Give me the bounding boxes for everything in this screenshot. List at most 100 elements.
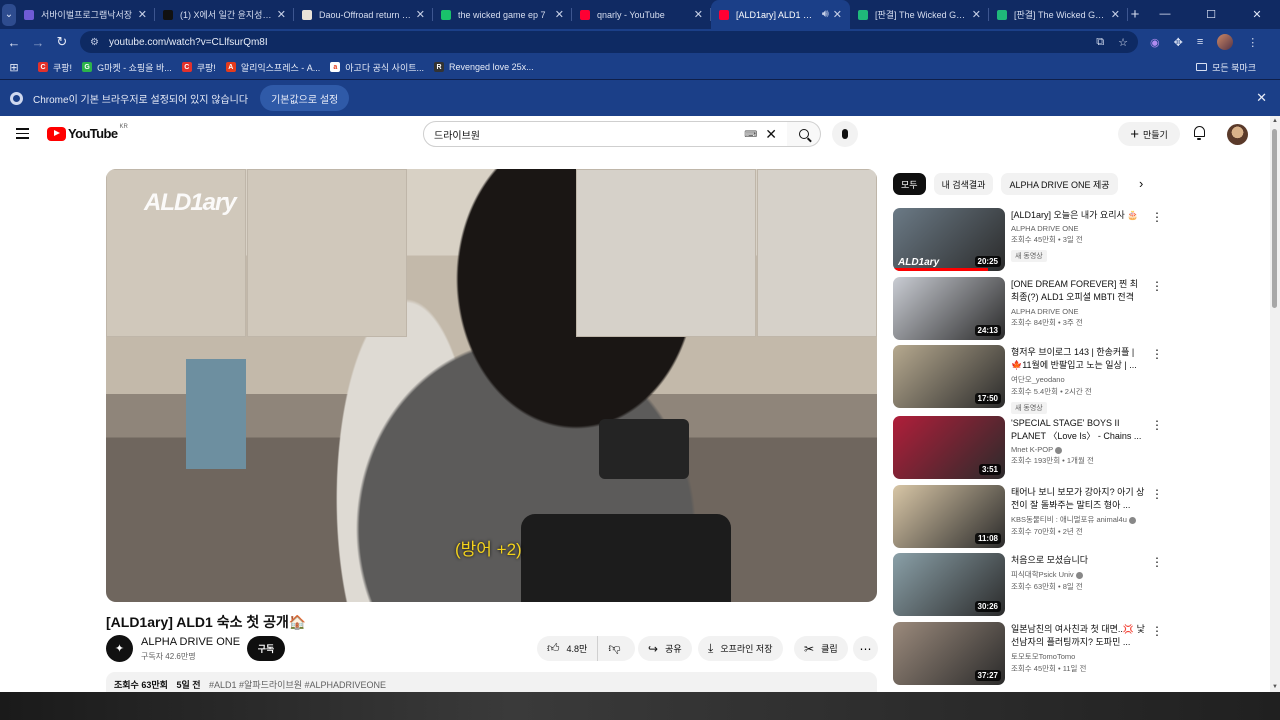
browser-tab[interactable]: [판결] The Wicked Game ✕ bbox=[850, 0, 989, 29]
video-thumbnail[interactable]: 24:13 bbox=[893, 277, 1005, 340]
youtube-logo[interactable]: YouTube KR bbox=[47, 124, 128, 141]
recommended-video[interactable]: ALD1ary 20:25 [ALD1ary] 오늘은 내가 요리사 🎂 ALPHA … bbox=[893, 208, 1263, 272]
kebab-menu-icon[interactable]: ⋮ bbox=[1151, 279, 1163, 293]
video-thumbnail[interactable]: ALD1ary 20:25 bbox=[893, 208, 1005, 271]
extensions-puzzle-icon[interactable]: ✥ bbox=[1174, 36, 1183, 49]
profile-avatar[interactable] bbox=[1217, 34, 1234, 50]
video-thumbnail[interactable]: 11:08 bbox=[893, 485, 1005, 548]
site-info-icon[interactable]: ⚙ bbox=[90, 37, 99, 48]
bookmark-item[interactable]: G G마켓 - 쇼핑을 바... bbox=[82, 61, 172, 74]
maximize-button[interactable]: ☐ bbox=[1188, 8, 1234, 21]
back-button[interactable]: ← bbox=[2, 35, 26, 50]
extension-icon[interactable]: ◉ bbox=[1150, 36, 1160, 49]
keyboard-icon[interactable]: ⌨ bbox=[744, 129, 757, 140]
filter-chip[interactable]: 모두 bbox=[893, 173, 926, 195]
bookmark-item[interactable]: C 쿠팡! bbox=[38, 61, 72, 74]
recommended-video[interactable]: 37:27 일본남친의 여사친과 첫 대면..💢 낯선남자의 플러팅까지? 도파민… bbox=[893, 622, 1263, 686]
recommended-video[interactable]: 3:51 'SPECIAL STAGE' BOYS II PLANET 〈Love… bbox=[893, 416, 1263, 480]
chrome-menu-icon[interactable]: ⋮ bbox=[1247, 36, 1258, 49]
notifications-bell-icon[interactable] bbox=[1192, 126, 1206, 141]
video-thumbnail[interactable]: 17:50 bbox=[893, 345, 1005, 408]
scroll-down-arrow-icon[interactable]: ▼ bbox=[1272, 684, 1278, 690]
create-button[interactable]: + 만들기 bbox=[1118, 122, 1180, 146]
share-button[interactable]: ↪ 공유 bbox=[638, 636, 692, 661]
bookmark-star-icon[interactable]: ☆ bbox=[1118, 36, 1128, 49]
video-thumbnail[interactable]: 37:27 bbox=[893, 622, 1005, 685]
kebab-menu-icon[interactable]: ⋮ bbox=[1151, 347, 1163, 361]
minimize-button[interactable]: — bbox=[1142, 8, 1188, 21]
new-tab-button[interactable]: + bbox=[1128, 6, 1142, 23]
kebab-menu-icon[interactable]: ⋮ bbox=[1151, 210, 1163, 224]
clip-button[interactable]: ✂ 클립 bbox=[794, 636, 848, 661]
recommended-video[interactable]: 30:26 처음으로 모셨습니다 피식대학Psick Univ 조회수 63만회 • … bbox=[893, 553, 1263, 617]
like-button[interactable]: 👍︎ 4.8만 bbox=[537, 636, 599, 661]
more-actions-button[interactable]: ⋯ bbox=[853, 636, 878, 661]
tab-close-icon[interactable]: ✕ bbox=[277, 8, 286, 21]
recommended-title[interactable]: [ALD1ary] 오늘은 내가 요리사 🎂 bbox=[1011, 209, 1145, 222]
channel-name[interactable]: ALPHA DRIVE ONE bbox=[141, 636, 240, 648]
scrollbar-thumb[interactable] bbox=[1272, 129, 1277, 308]
apps-grid-icon[interactable]: ⊞ bbox=[0, 61, 28, 74]
recommended-title[interactable]: [ONE DREAM FOREVER] 찐 최최종(?) ALD1 오피셜 MB… bbox=[1011, 278, 1145, 305]
browser-tab[interactable]: [판결] The Wicked Game ✕ bbox=[989, 0, 1128, 29]
recommended-channel[interactable]: ALPHA DRIVE ONE bbox=[1011, 224, 1145, 233]
recommended-video[interactable]: 24:13 [ONE DREAM FOREVER] 찐 최최종(?) ALD1 오… bbox=[893, 277, 1263, 341]
bookmark-item[interactable]: R Revenged love 25x... bbox=[434, 61, 534, 74]
recommended-title[interactable]: 형저우 브이로그 143 | 한송커플 | 🍁11월에 반팔입고 노는 일상 |… bbox=[1011, 346, 1145, 372]
browser-tab[interactable]: the wicked game ep 7 ✕ bbox=[433, 0, 572, 29]
recommended-channel[interactable]: 토모토모TomoTomo bbox=[1011, 651, 1145, 662]
description-box[interactable]: 조회수 63만회 5일 전 #ALD1 #알파드라이브원 #ALPHADRIVE… bbox=[106, 672, 877, 692]
search-input[interactable]: 드라이브원 ⌨ ✕ bbox=[423, 121, 788, 147]
clear-search-icon[interactable]: ✕ bbox=[765, 126, 777, 143]
address-bar[interactable]: ⚙ youtube.com/watch?v=CLlfsurQm8I ⧉ ☆ bbox=[80, 31, 1138, 53]
tab-close-icon[interactable]: ✕ bbox=[416, 8, 425, 21]
forward-button[interactable]: → bbox=[26, 35, 50, 50]
download-button[interactable]: ⤓ 오프라인 저장 bbox=[698, 636, 783, 661]
recommended-title[interactable]: 'SPECIAL STAGE' BOYS II PLANET 〈Love Is〉… bbox=[1011, 417, 1145, 443]
tab-audio-icon[interactable]: 🔊︎ bbox=[822, 8, 829, 21]
tab-close-icon[interactable]: ✕ bbox=[138, 8, 147, 21]
video-thumbnail[interactable]: 3:51 bbox=[893, 416, 1005, 479]
set-default-button[interactable]: 기본값으로 설정 bbox=[260, 85, 350, 111]
recommended-video[interactable]: 11:08 태어나 보니 보모가 강아지? 아기 상전이 잘 돌봐주는 말티즈 형… bbox=[893, 485, 1263, 549]
tab-close-icon[interactable]: ✕ bbox=[1111, 8, 1120, 21]
hashtags[interactable]: #ALD1 #알파드라이브원 #ALPHADRIVEONE bbox=[209, 680, 386, 690]
browser-tab[interactable]: Daou-Offroad return for ✕ bbox=[294, 0, 433, 29]
tab-search-button[interactable]: ⌄ bbox=[2, 3, 16, 26]
browser-tab[interactable]: [ALD1ary] ALD1 숙소 🔊︎ ✕ bbox=[711, 0, 850, 29]
browser-tab[interactable]: qnarly - YouTube ✕ bbox=[572, 0, 711, 29]
kebab-menu-icon[interactable]: ⋮ bbox=[1151, 487, 1163, 501]
bookmark-item[interactable]: C 쿠팡! bbox=[181, 61, 216, 74]
recommended-channel[interactable]: 여단오_yeodano bbox=[1011, 374, 1145, 385]
recommended-title[interactable]: 처음으로 모셨습니다 bbox=[1011, 554, 1145, 567]
bookmark-item[interactable]: A 알리익스프레스 - A... bbox=[225, 61, 320, 74]
tab-close-icon[interactable]: ✕ bbox=[694, 8, 703, 21]
browser-tab[interactable]: (1) X에서 일간 윤지성 님 ✕ bbox=[155, 0, 294, 29]
voice-search-button[interactable] bbox=[832, 121, 858, 147]
tab-close-icon[interactable]: ✕ bbox=[972, 8, 981, 21]
install-app-icon[interactable]: ⧉ bbox=[1096, 36, 1104, 49]
subscribe-button[interactable]: 구독 bbox=[247, 636, 285, 661]
recommended-video[interactable]: 17:50 형저우 브이로그 143 | 한송커플 | 🍁11월에 반팔입고 노는… bbox=[893, 345, 1263, 414]
video-player[interactable]: ALD1ary (방어 +2) bbox=[106, 169, 877, 602]
recommended-title[interactable]: 일본남친의 여사친과 첫 대면..💢 낯선남자의 플러팅까지? 도파민 ... bbox=[1011, 623, 1145, 649]
recommended-channel[interactable]: 피식대학Psick Univ bbox=[1011, 569, 1145, 580]
page-scrollbar[interactable]: ▲ ▼ bbox=[1270, 116, 1280, 692]
recommended-channel[interactable]: Mnet K-POP bbox=[1011, 445, 1145, 454]
recommended-channel[interactable]: KBS동물티비 : 애니멀포유 animal4u bbox=[1011, 514, 1145, 525]
account-avatar[interactable] bbox=[1227, 124, 1248, 145]
tab-close-icon[interactable]: ✕ bbox=[833, 8, 842, 21]
infobar-close-icon[interactable]: ✕ bbox=[1256, 90, 1267, 106]
filter-chip[interactable]: 내 검색결과 bbox=[933, 173, 994, 195]
all-bookmarks-folder[interactable]: 모든 북마크 bbox=[1196, 61, 1256, 74]
video-thumbnail[interactable]: 30:26 bbox=[893, 553, 1005, 616]
browser-tab[interactable]: 서바이벌프로그램낙서장 ✕ bbox=[16, 0, 155, 29]
scroll-up-arrow-icon[interactable]: ▲ bbox=[1272, 118, 1278, 124]
kebab-menu-icon[interactable]: ⋮ bbox=[1151, 418, 1163, 432]
chevron-right-icon[interactable]: › bbox=[1139, 176, 1143, 191]
channel-avatar[interactable]: ✦ bbox=[106, 635, 133, 662]
search-button[interactable] bbox=[787, 121, 821, 147]
tab-close-icon[interactable]: ✕ bbox=[555, 8, 564, 21]
reload-button[interactable]: ↻ bbox=[50, 34, 74, 50]
kebab-menu-icon[interactable]: ⋮ bbox=[1151, 555, 1163, 569]
